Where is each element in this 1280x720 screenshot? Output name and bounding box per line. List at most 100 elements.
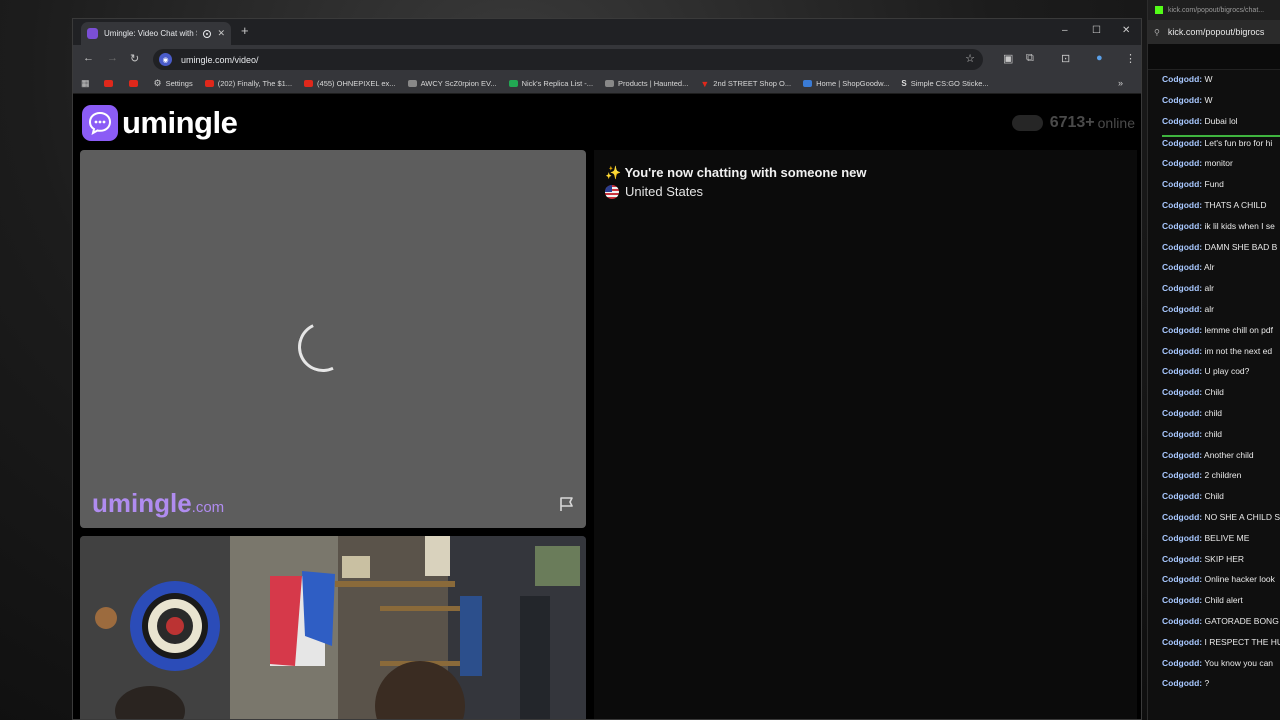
bookmark-item[interactable]: (202) Finally, The $1... (204, 79, 293, 88)
maximize-button[interactable]: ☐ (1092, 25, 1101, 36)
bookmarks-overflow-button[interactable]: » (1118, 78, 1123, 88)
address-bar[interactable]: ◉ umingle.com/video/ ☆ (153, 49, 983, 70)
youtube-icon (103, 80, 113, 87)
chat-message-text: U play cod? (1204, 366, 1250, 377)
kick-logo-icon (1155, 6, 1163, 14)
forward-arrow-icon[interactable]: → (107, 52, 118, 64)
chat-message-text: Child (1204, 387, 1224, 398)
chat-username[interactable]: Codgodd: (1162, 408, 1202, 418)
chat-message-text: child (1204, 428, 1222, 439)
umingle-page: umingle 6713+ online umingle.com ✨ You'r… (73, 95, 1141, 719)
bookmark-label: Home | ShopGoodw... (816, 79, 890, 88)
chat-message-text: NO SHE A CHILD S (1204, 511, 1280, 522)
chat-username[interactable]: Codgodd: (1162, 95, 1202, 105)
chat-username[interactable]: Codgodd: (1162, 262, 1202, 272)
watermark-domain: .com (191, 499, 225, 516)
chat-message: Codgodd: SKIP HER (1162, 554, 1280, 575)
chat-username[interactable]: Codgodd: (1162, 304, 1202, 314)
reload-icon[interactable]: ↻ (130, 52, 139, 65)
kick-title-text: kick.com/popout/bigrocs/chat... (1168, 6, 1265, 14)
bookmark-label: Settings (165, 79, 193, 88)
bookmark-item[interactable] (103, 80, 117, 87)
chat-username[interactable]: Codgodd: (1162, 387, 1202, 397)
chat-username[interactable]: Codgodd: (1162, 595, 1202, 605)
chat-message: Codgodd: lemme chill on pdf (1162, 325, 1280, 346)
chat-username[interactable]: Codgodd: (1162, 450, 1202, 460)
chat-username[interactable]: Codgodd: (1162, 637, 1202, 647)
logo-text: umingle (122, 105, 238, 140)
chat-username[interactable]: Codgodd: (1162, 116, 1202, 126)
apps-grid-icon[interactable]: ▦ (81, 78, 90, 89)
extensions-icon[interactable]: ⧉ (1026, 52, 1034, 65)
site-logo[interactable]: umingle (82, 105, 238, 141)
chat-username[interactable]: Codgodd: (1162, 512, 1202, 522)
chat-username[interactable]: Codgodd: (1162, 179, 1202, 189)
menu-kebab-icon[interactable]: ⋮ (1125, 52, 1136, 65)
chat-username[interactable]: Codgodd: (1162, 658, 1202, 668)
chat-username[interactable]: Codgodd: (1162, 470, 1202, 480)
bookmark-item[interactable]: AWCY ScZ0rpion EV... (407, 79, 497, 88)
watermark-name: umingle (92, 488, 192, 518)
chat-username[interactable]: Codgodd: (1162, 138, 1202, 148)
screenshot-icon[interactable]: ⊡ (1061, 52, 1070, 65)
tab-umingle[interactable]: Umingle: Video Chat with S ✕ (81, 22, 231, 45)
cast-icon[interactable]: ▣ (1003, 52, 1013, 65)
report-flag-icon[interactable] (558, 495, 576, 518)
bookmark-item[interactable]: (455) OHNEPIXEL ex... (304, 79, 396, 88)
minimize-button[interactable]: – (1062, 25, 1068, 36)
bookmark-item[interactable] (128, 80, 142, 87)
chat-message: Codgodd: ? (1162, 678, 1280, 699)
chat-username[interactable]: Codgodd: (1162, 616, 1202, 626)
chat-username[interactable]: Codgodd: (1162, 533, 1202, 543)
bookmark-item[interactable]: ▼ 2nd STREET Shop O... (700, 79, 791, 89)
tab-strip: Umingle: Video Chat with S ✕ + – ☐ ✕ (73, 19, 1141, 45)
chat-username[interactable]: Codgodd: (1162, 325, 1202, 335)
bookmark-label: Nick's Replica List -... (521, 79, 594, 88)
profile-avatar-icon[interactable]: ● (1096, 52, 1103, 64)
close-window-button[interactable]: ✕ (1122, 25, 1130, 36)
chat-username[interactable]: Codgodd: (1162, 554, 1202, 564)
youtube-icon (204, 80, 214, 87)
chat-message: Codgodd: child (1162, 408, 1280, 429)
site-settings-icon[interactable]: ⚲ (1154, 28, 1160, 37)
chat-panel: ✨ You're now chatting with someone new U… (594, 150, 1137, 719)
browser-toolbar: ← → ↻ ◉ umingle.com/video/ ☆ ▣ ⧉ ⊡ ● ⋮ (73, 45, 1141, 74)
bookmark-label: (202) Finally, The $1... (217, 79, 293, 88)
bookmark-item[interactable]: ⚙ Settings (154, 78, 193, 89)
chat-message-text: SKIP HER (1204, 553, 1245, 564)
chat-message-text: Child (1204, 491, 1224, 502)
chat-message: Codgodd: Child alert (1162, 595, 1280, 616)
loading-spinner-icon (290, 314, 356, 380)
chat-message: Codgodd: Child (1162, 387, 1280, 408)
back-arrow-icon[interactable]: ← (83, 52, 94, 64)
chat-message: Codgodd: Online hacker look (1162, 574, 1280, 595)
bookmark-item[interactable]: S Simple CS:GO Sticke... (901, 79, 988, 88)
chat-username[interactable]: Codgodd: (1162, 366, 1202, 376)
bookmark-label: Simple CS:GO Sticke... (910, 79, 989, 88)
tab-close-icon[interactable]: ✕ (217, 28, 225, 39)
chat-username[interactable]: Codgodd: (1162, 158, 1202, 168)
chat-username[interactable]: Codgodd: (1162, 574, 1202, 584)
chat-message: Codgodd: Alr (1162, 262, 1280, 283)
chat-username[interactable]: Codgodd: (1162, 283, 1202, 293)
chat-message-text: W (1204, 94, 1213, 105)
chat-username[interactable]: Codgodd: (1162, 74, 1202, 84)
chat-username[interactable]: Codgodd: (1162, 429, 1202, 439)
chat-message-text: GATORADE BONG (1204, 615, 1279, 626)
chat-username[interactable]: Codgodd: (1162, 491, 1202, 501)
chat-username[interactable]: Codgodd: (1162, 678, 1202, 688)
bookmark-item[interactable]: Products | Haunted... (605, 79, 688, 88)
site-info-icon[interactable]: ◉ (159, 53, 172, 66)
url-text: umingle.com/video/ (181, 54, 259, 65)
online-label: online (1097, 115, 1135, 131)
chat-message: Codgodd: ik lil kids when I se (1162, 221, 1280, 242)
chat-username[interactable]: Codgodd: (1162, 200, 1202, 210)
bookmark-item[interactable]: Nick's Replica List -... (508, 79, 594, 88)
bookmark-item[interactable]: Home | ShopGoodw... (803, 79, 889, 88)
chat-username[interactable]: Codgodd: (1162, 346, 1202, 356)
chat-username[interactable]: Codgodd: (1162, 242, 1202, 252)
new-tab-button[interactable]: + (241, 23, 249, 38)
bookmark-star-icon[interactable]: ☆ (965, 52, 975, 65)
kick-address-bar[interactable]: ⚲ kick.com/popout/bigrocs (1148, 20, 1280, 44)
chat-username[interactable]: Codgodd: (1162, 221, 1202, 231)
